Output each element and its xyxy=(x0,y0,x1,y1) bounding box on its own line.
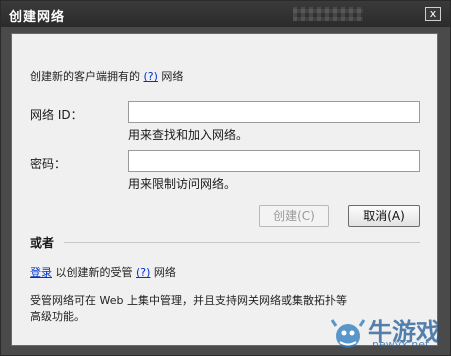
dialog-title: 创建网络 xyxy=(9,10,66,25)
password-hint: 用来限制访问网络。 xyxy=(128,177,237,191)
create-button[interactable]: 创建(C) xyxy=(259,205,329,227)
managed-text: 以创建新的受管 xyxy=(55,266,133,279)
close-button[interactable]: x xyxy=(425,7,441,21)
password-input[interactable] xyxy=(128,150,420,172)
network-id-hint: 用来查找和加入网络。 xyxy=(128,128,249,142)
intro-suffix: 网络 xyxy=(161,70,184,83)
close-icon: x xyxy=(429,7,437,20)
managed-network-line: 登录 以创建新的受管 (?) 网络 xyxy=(30,264,176,280)
cancel-button[interactable]: 取消(A) xyxy=(348,205,420,227)
login-link[interactable]: 登录 xyxy=(30,266,52,279)
intro-line: 创建新的客户端拥有的 (?) 网络 xyxy=(30,68,183,84)
managed-help-link[interactable]: (?) xyxy=(136,266,150,279)
title-bar-pattern xyxy=(293,7,363,21)
dialog-content: 创建新的客户端拥有的 (?) 网络 网络 ID： 用来查找和加入网络。 密码： … xyxy=(11,33,438,346)
intro-help-link[interactable]: (?) xyxy=(144,70,158,83)
managed-suffix: 网络 xyxy=(153,266,176,279)
watermark-url: newyx.net xyxy=(372,338,430,351)
section-divider xyxy=(64,242,420,243)
intro-prefix: 创建新的客户端拥有的 xyxy=(30,70,140,83)
managed-description-line1: 受管网络可在 Web 上集中管理，并且支持网关网络或集散拓扑等 xyxy=(30,294,347,307)
network-id-label: 网络 ID： xyxy=(30,108,83,122)
create-network-dialog: 创建网络 x 创建新的客户端拥有的 (?) 网络 网络 ID： 用来查找和加入网… xyxy=(0,0,451,356)
network-id-input[interactable] xyxy=(128,101,420,123)
password-label: 密码： xyxy=(30,157,67,171)
or-heading: 或者 xyxy=(30,236,55,250)
title-bar[interactable]: 创建网络 x xyxy=(1,1,450,27)
